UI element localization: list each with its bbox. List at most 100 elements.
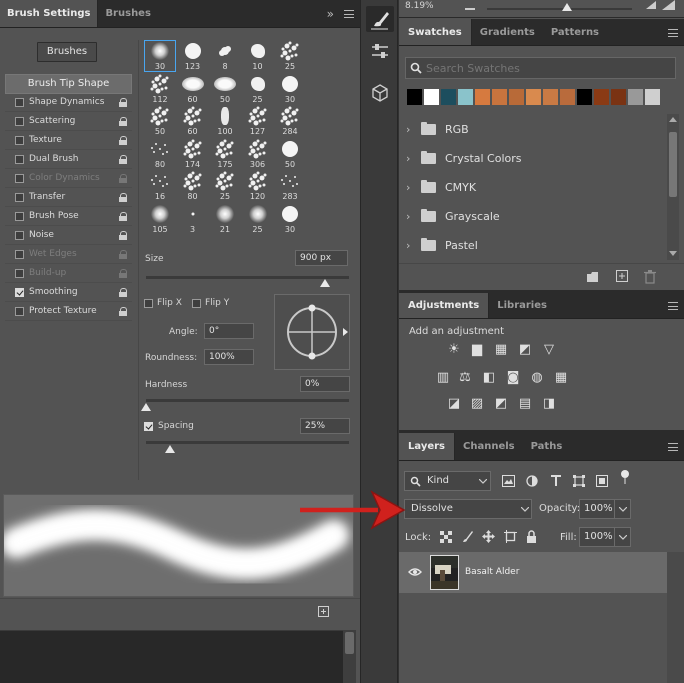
brush-option-scattering[interactable]: Scattering <box>5 112 132 131</box>
tab-libraries[interactable]: Libraries <box>489 293 555 318</box>
lock-transparent-icon[interactable] <box>440 531 452 543</box>
hardness-slider-thumb[interactable] <box>141 403 151 411</box>
size-slider-thumb[interactable] <box>319 279 330 287</box>
size-field[interactable]: 900 px <box>295 250 348 266</box>
filter-toggle-icon[interactable] <box>621 470 629 484</box>
layer-filter-select[interactable]: Kind <box>404 471 491 491</box>
color-swatch[interactable] <box>407 89 422 105</box>
chevron-right-icon[interactable]: › <box>406 123 416 136</box>
color-swatch[interactable] <box>577 89 592 105</box>
option-checkbox[interactable] <box>15 135 24 145</box>
eye-icon[interactable] <box>408 567 422 577</box>
brush-preset[interactable]: 25 <box>274 40 306 72</box>
color-lookup-icon[interactable]: ▦ <box>553 370 569 386</box>
fill-field[interactable]: 100% <box>579 527 631 547</box>
layers-scrollbar[interactable] <box>667 552 684 683</box>
brush-preset[interactable]: 50 <box>209 73 241 105</box>
vibrance-icon[interactable]: ▽ <box>541 342 557 358</box>
channel-mixer-icon[interactable]: ◍ <box>529 370 545 386</box>
layer-name[interactable]: Basalt Alder <box>465 567 519 577</box>
gradient-map-icon[interactable]: ▤ <box>517 396 533 412</box>
brush-option-protect-texture[interactable]: Protect Texture <box>5 302 132 321</box>
color-swatch[interactable] <box>611 89 626 105</box>
size-slider-track[interactable] <box>146 276 349 279</box>
brush-preset[interactable]: 120 <box>242 170 274 202</box>
search-input[interactable] <box>426 60 671 76</box>
tab-adjustments[interactable]: Adjustments <box>399 293 490 318</box>
zoom-slider-thumb[interactable] <box>561 3 572 11</box>
swatches-scrollbar[interactable] <box>667 114 679 260</box>
option-checkbox[interactable] <box>15 287 24 297</box>
brush-preset[interactable]: 50 <box>144 105 176 137</box>
tab-brush-settings[interactable]: Brush Settings <box>0 0 99 27</box>
brush-tip-shape-item[interactable]: Brush Tip Shape <box>5 74 132 94</box>
color-swatch[interactable] <box>424 89 439 105</box>
swatches-menu[interactable] <box>666 19 684 45</box>
chevron-right-icon[interactable]: › <box>406 239 416 252</box>
lock-icon[interactable] <box>118 231 127 240</box>
brightness-icon[interactable]: ☀ <box>446 342 462 358</box>
color-swatch[interactable] <box>645 89 660 105</box>
lock-icon[interactable] <box>118 193 127 202</box>
lock-pixels-icon[interactable] <box>461 530 474 543</box>
option-checkbox[interactable] <box>15 211 24 221</box>
hardness-slider-track[interactable] <box>146 399 349 402</box>
brush-option-transfer[interactable]: Transfer <box>5 188 132 207</box>
color-swatch[interactable] <box>492 89 507 105</box>
hardness-field[interactable]: 0% <box>300 376 350 392</box>
brush-preset[interactable]: 283 <box>274 170 306 202</box>
tab-brushes[interactable]: Brushes <box>98 0 157 27</box>
flip-x-checkbox[interactable]: Flip X <box>144 298 182 308</box>
brush-option-smoothing[interactable]: Smoothing <box>5 283 132 302</box>
lock-icon[interactable] <box>118 155 127 164</box>
zoom-in-large-icon[interactable] <box>661 0 677 12</box>
lock-all-icon[interactable] <box>526 530 537 543</box>
swatch-group-rgb[interactable]: › RGB <box>399 115 665 144</box>
curves-icon[interactable]: ▦ <box>493 342 509 358</box>
exposure-icon[interactable]: ◩ <box>517 342 533 358</box>
zoom-in-icon[interactable] <box>645 0 657 10</box>
brush-preset[interactable]: 105 <box>144 203 176 235</box>
brush-preset[interactable]: 60 <box>177 73 209 105</box>
brush-preset[interactable]: 25 <box>209 170 241 202</box>
brush-preset[interactable]: 174 <box>177 138 209 170</box>
brush-preset[interactable]: 306 <box>242 138 274 170</box>
chevron-right-icon[interactable]: › <box>406 210 416 223</box>
brush-preset[interactable]: 25 <box>242 203 274 235</box>
zoom-value[interactable]: 8.19% <box>405 1 434 11</box>
brush-preset[interactable]: 127 <box>242 105 274 137</box>
color-balance-icon[interactable]: ⚖ <box>457 370 473 386</box>
brush-preset[interactable]: 60 <box>177 105 209 137</box>
zoom-out-icon[interactable] <box>465 2 475 10</box>
levels-icon[interactable]: ▆ <box>469 342 485 358</box>
posterize-icon[interactable]: ▨ <box>469 396 485 412</box>
panel-menu[interactable] <box>342 0 360 27</box>
lock-icon[interactable] <box>118 269 127 278</box>
brush-preset[interactable]: 100 <box>209 105 241 137</box>
lock-icon[interactable] <box>118 307 127 316</box>
option-checkbox[interactable] <box>15 192 24 202</box>
brush-preset[interactable]: 30 <box>144 40 176 72</box>
layer-row[interactable]: Basalt Alder <box>399 552 667 593</box>
color-swatch[interactable] <box>526 89 541 105</box>
tab-patterns[interactable]: Patterns <box>543 19 607 45</box>
folder-icon[interactable] <box>586 271 600 283</box>
spacing-checkbox[interactable]: Spacing <box>144 421 194 431</box>
roundness-field[interactable]: 100% <box>204 349 254 365</box>
brush-settings-icon[interactable] <box>366 6 394 32</box>
swatch-group-pastel[interactable]: › Pastel <box>399 231 665 260</box>
lock-position-icon[interactable] <box>482 530 495 543</box>
filter-shape-icon[interactable] <box>573 475 585 487</box>
brush-option-shape-dynamics[interactable]: Shape Dynamics <box>5 93 132 112</box>
brush-preset[interactable]: 25 <box>242 73 274 105</box>
plus-box-icon[interactable] <box>318 606 329 617</box>
lock-artboard-icon[interactable] <box>504 530 517 543</box>
angle-roundness-widget[interactable] <box>274 294 350 370</box>
spacing-slider-track[interactable] <box>146 441 349 444</box>
filter-smart-object-icon[interactable] <box>596 475 608 487</box>
color-swatch[interactable] <box>509 89 524 105</box>
filter-type-icon[interactable] <box>550 475 562 487</box>
swatch-group-grayscale[interactable]: › Grayscale <box>399 202 665 231</box>
tab-paths[interactable]: Paths <box>523 433 571 460</box>
color-swatch[interactable] <box>458 89 473 105</box>
